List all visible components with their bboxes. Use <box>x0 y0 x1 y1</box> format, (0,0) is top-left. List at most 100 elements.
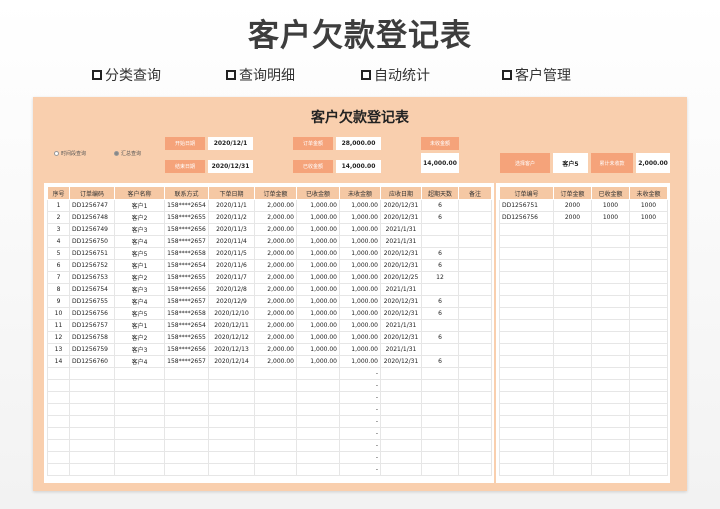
table-cell[interactable] <box>499 427 554 440</box>
table-cell[interactable] <box>114 451 165 464</box>
table-cell[interactable]: 2021/1/31 <box>380 319 422 332</box>
table-cell[interactable] <box>421 319 459 332</box>
table-cell[interactable]: 7 <box>47 271 70 284</box>
table-cell[interactable]: 1,000.00 <box>296 247 340 260</box>
table-cell[interactable] <box>629 259 668 272</box>
table-row[interactable] <box>499 379 668 392</box>
table-cell[interactable] <box>499 247 554 260</box>
table-row[interactable]: - <box>47 463 492 476</box>
table-cell[interactable] <box>458 379 492 392</box>
table-cell[interactable] <box>591 343 630 356</box>
table-row[interactable]: 9 DD1256755 客户4 158****2657 2020/12/9 2,000.0… <box>47 295 492 308</box>
table-cell[interactable]: DD1256760 <box>69 355 115 368</box>
table-cell[interactable]: 客户2 <box>114 331 165 344</box>
table-cell[interactable]: 12 <box>47 331 70 344</box>
table-cell[interactable]: 2020/12/12 <box>208 331 255 344</box>
table-cell[interactable]: 6 <box>421 211 459 224</box>
table-cell[interactable]: 158****2655 <box>164 331 209 344</box>
table-cell[interactable] <box>553 355 592 368</box>
table-cell[interactable]: 2 <box>47 211 70 224</box>
table-cell[interactable] <box>553 439 592 452</box>
table-cell[interactable] <box>208 451 255 464</box>
table-cell[interactable] <box>499 439 554 452</box>
table-cell[interactable]: 1,000.00 <box>339 271 381 284</box>
table-cell[interactable]: - <box>339 415 381 428</box>
table-cell[interactable]: DD1256753 <box>69 271 115 284</box>
table-cell[interactable]: 158****2656 <box>164 343 209 356</box>
table-cell[interactable] <box>47 403 70 416</box>
table-cell[interactable] <box>553 427 592 440</box>
table-cell[interactable] <box>114 403 165 416</box>
table-cell[interactable] <box>553 235 592 248</box>
table-cell[interactable] <box>458 271 492 284</box>
table-cell[interactable] <box>114 427 165 440</box>
table-cell[interactable] <box>553 295 592 308</box>
table-cell[interactable] <box>254 391 297 404</box>
table-cell[interactable]: 14 <box>47 355 70 368</box>
table-cell[interactable]: 1,000.00 <box>296 211 340 224</box>
table-cell[interactable]: 客户4 <box>114 355 165 368</box>
table-cell[interactable] <box>499 235 554 248</box>
table-cell[interactable]: 158****2654 <box>164 319 209 332</box>
table-row[interactable] <box>499 271 668 284</box>
table-cell[interactable]: 2020/12/25 <box>380 271 422 284</box>
table-cell[interactable]: 8 <box>47 283 70 296</box>
table-cell[interactable]: 2020/12/13 <box>208 343 255 356</box>
table-cell[interactable] <box>296 379 340 392</box>
table-cell[interactable] <box>208 439 255 452</box>
table-cell[interactable]: DD1256754 <box>69 283 115 296</box>
table-cell[interactable]: DD1256758 <box>69 331 115 344</box>
table-cell[interactable] <box>629 451 668 464</box>
table-row[interactable]: 3 DD1256749 客户3 158****2656 2020/11/3 2,000.0… <box>47 223 492 236</box>
table-row[interactable]: - <box>47 415 492 428</box>
table-row[interactable]: - <box>47 367 492 380</box>
table-cell[interactable]: 158****2656 <box>164 223 209 236</box>
table-cell[interactable]: 4 <box>47 235 70 248</box>
table-row[interactable] <box>499 223 668 236</box>
table-cell[interactable]: 客户3 <box>114 223 165 236</box>
table-cell[interactable]: 2020/12/31 <box>380 211 422 224</box>
table-cell[interactable] <box>591 319 630 332</box>
table-cell[interactable] <box>499 259 554 272</box>
table-cell[interactable]: 2,000.00 <box>254 343 297 356</box>
table-cell[interactable] <box>499 379 554 392</box>
table-cell[interactable]: 6 <box>421 355 459 368</box>
table-cell[interactable]: 1 <box>47 199 70 212</box>
table-cell[interactable] <box>164 379 209 392</box>
table-cell[interactable] <box>629 379 668 392</box>
feature-detail-query[interactable]: 查询明细 <box>226 66 295 84</box>
table-cell[interactable] <box>69 451 115 464</box>
table-cell[interactable] <box>380 415 422 428</box>
table-cell[interactable] <box>296 427 340 440</box>
table-cell[interactable]: 158****2654 <box>164 199 209 212</box>
table-cell[interactable] <box>380 379 422 392</box>
table-cell[interactable] <box>208 379 255 392</box>
table-cell[interactable]: DD1256756 <box>499 211 554 224</box>
table-cell[interactable]: 客户2 <box>114 271 165 284</box>
table-cell[interactable] <box>499 319 554 332</box>
table-cell[interactable]: 158****2654 <box>164 259 209 272</box>
table-cell[interactable] <box>553 415 592 428</box>
table-cell[interactable] <box>629 439 668 452</box>
table-cell[interactable] <box>380 391 422 404</box>
table-cell[interactable]: 2020/12/31 <box>380 259 422 272</box>
table-cell[interactable] <box>591 295 630 308</box>
table-cell[interactable]: 1,000.00 <box>296 343 340 356</box>
table-cell[interactable]: 1,000.00 <box>296 355 340 368</box>
table-cell[interactable]: 3 <box>47 223 70 236</box>
table-cell[interactable]: 1,000.00 <box>339 295 381 308</box>
table-cell[interactable]: 2000 <box>553 199 592 212</box>
table-cell[interactable] <box>421 463 459 476</box>
table-cell[interactable]: 1,000.00 <box>339 259 381 272</box>
table-cell[interactable] <box>208 463 255 476</box>
table-cell[interactable]: 2021/1/31 <box>380 343 422 356</box>
table-cell[interactable]: 1,000.00 <box>339 247 381 260</box>
table-cell[interactable]: 2,000.00 <box>254 331 297 344</box>
table-row[interactable] <box>499 235 668 248</box>
table-cell[interactable]: 2,000.00 <box>254 319 297 332</box>
table-cell[interactable]: DD1256749 <box>69 223 115 236</box>
table-row[interactable] <box>499 259 668 272</box>
table-cell[interactable]: 2000 <box>553 211 592 224</box>
table-cell[interactable] <box>458 319 492 332</box>
table-cell[interactable]: 2020/12/31 <box>380 199 422 212</box>
